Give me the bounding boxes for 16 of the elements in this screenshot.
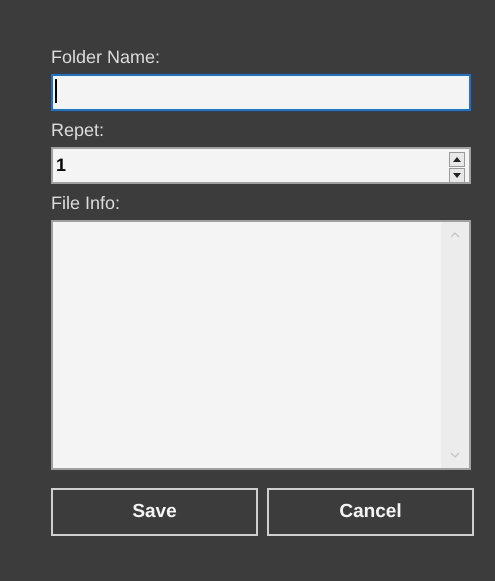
scroll-up-icon[interactable] xyxy=(450,232,460,238)
number-field[interactable]: 1 xyxy=(51,147,471,184)
save-button[interactable]: Save xyxy=(51,488,258,536)
scrollbar[interactable] xyxy=(441,222,469,468)
down-arrow-icon xyxy=(453,173,461,178)
field-label: File Info: xyxy=(51,192,120,214)
text-cursor xyxy=(55,79,57,103)
field-label: Folder Name: xyxy=(51,46,160,68)
text-area[interactable] xyxy=(51,220,471,470)
spin-down-button[interactable] xyxy=(449,168,465,183)
scroll-down-icon[interactable] xyxy=(450,452,460,458)
field-label: Repet: xyxy=(51,119,104,141)
up-arrow-icon xyxy=(453,157,461,162)
spin-up-button[interactable] xyxy=(449,152,465,167)
cancel-button[interactable]: Cancel xyxy=(267,488,474,536)
input-field[interactable] xyxy=(51,74,471,111)
